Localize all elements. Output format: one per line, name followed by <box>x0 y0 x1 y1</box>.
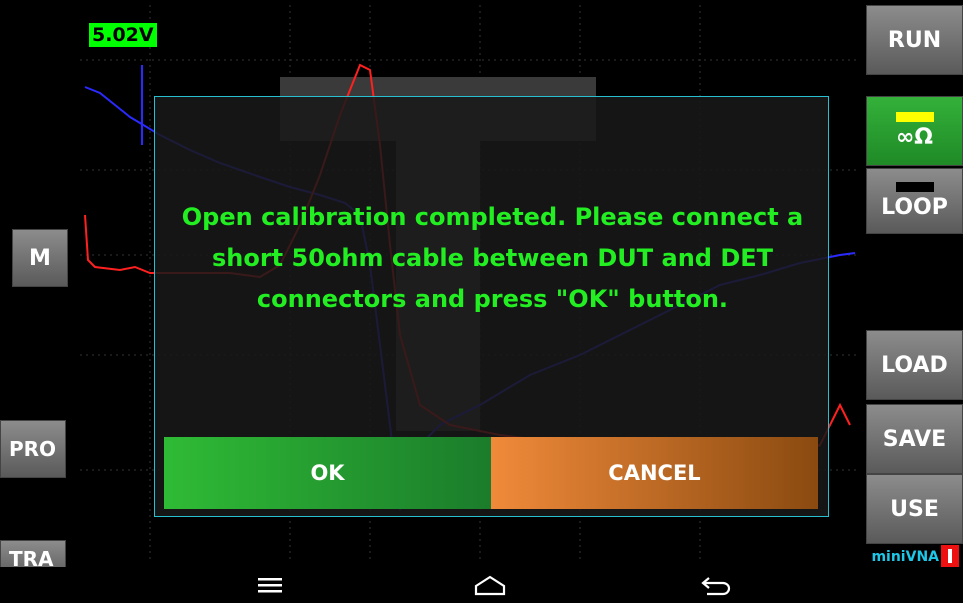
dialog-message: Open calibration completed. Please conne… <box>181 203 804 313</box>
android-nav-bar <box>0 567 963 603</box>
loop-button[interactable]: LOOP <box>866 168 963 234</box>
impedance-button[interactable]: ∞Ω <box>866 96 963 166</box>
load-button[interactable]: LOAD <box>866 330 963 400</box>
indicator-bar <box>895 112 934 122</box>
menu-icon[interactable] <box>240 567 300 603</box>
back-icon[interactable] <box>686 567 746 603</box>
calibration-dialog: Open calibration completed. Please conne… <box>154 96 829 517</box>
save-button[interactable]: SAVE <box>866 404 963 474</box>
brand-logo-icon <box>941 545 959 567</box>
ok-button[interactable]: OK <box>164 437 491 509</box>
pro-button[interactable]: PRO <box>0 420 66 478</box>
voltage-readout: 5.02V <box>89 23 157 47</box>
loop-label: LOOP <box>881 195 948 220</box>
brand-label: miniVNA <box>871 549 939 565</box>
run-button[interactable]: RUN <box>866 5 963 75</box>
tra-button[interactable]: TRA <box>0 540 66 567</box>
cancel-button[interactable]: CANCEL <box>491 437 818 509</box>
home-icon[interactable] <box>460 567 520 603</box>
impedance-label: ∞Ω <box>895 125 934 150</box>
marker-button[interactable]: M <box>12 229 68 287</box>
indicator-bar <box>895 182 934 192</box>
app-screen: 5.02V RUN ∞Ω LOOP LOAD SAVE USE M PRO TR… <box>0 0 963 567</box>
use-button[interactable]: USE <box>866 474 963 544</box>
